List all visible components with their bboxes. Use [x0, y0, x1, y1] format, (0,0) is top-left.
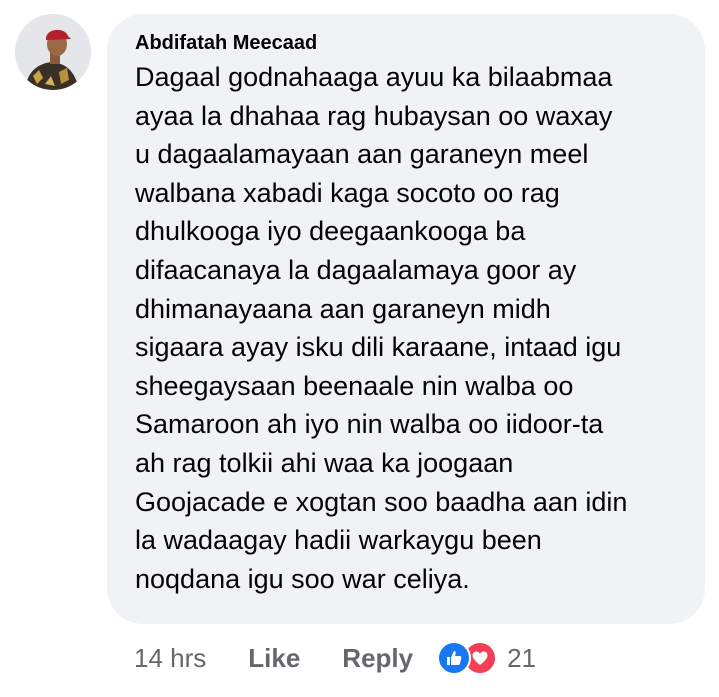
comment-text-line: Dagaal godnahaaga ayuu ka bilaabmaa [135, 62, 613, 92]
avatar[interactable] [15, 14, 91, 90]
reaction-summary[interactable] [437, 641, 498, 675]
comment-timestamp[interactable]: 14 hrs [134, 643, 206, 674]
like-button[interactable]: Like [248, 643, 300, 674]
comment-actions: 14 hrs Like Reply 21 [134, 638, 536, 678]
comment-text-line: walbana xabadi kaga socoto oo rag [135, 177, 560, 208]
comment-text-line: u dagaalamayaan aan garaneyn meel [135, 139, 589, 170]
comment-text: Dagaal godnahaaga ayuu ka bilaabmaa ayaa… [135, 58, 695, 598]
comment-text-line: dhimanayaana aan garaneyn midh [135, 293, 551, 324]
comment-text-line: sheegaysaan beenaale nin walba oo [135, 370, 574, 401]
comment-text-line: la wadaagay hadii warkaygu been [135, 525, 542, 556]
comment-text-line: ah rag tolkii ahi waa ka joogaan [135, 447, 514, 478]
comment-text-line: sigaara ayay isku dili karaane, intaad i… [135, 332, 622, 363]
comment-text-line: ayaa la dhahaa rag hubaysan oo waxay [135, 100, 613, 131]
comment-text-line: dhulkooga iyo deegaankooga ba [135, 216, 526, 247]
reaction-count[interactable]: 21 [507, 643, 536, 674]
comment-bubble: Abdifatah Meecaad Dagaal godnahaaga ayuu… [107, 14, 705, 624]
comment-text-line: difaacanaya la dagaalamaya goor ay [135, 254, 577, 285]
comment-text-line: Samaroon ah iyo nin walba oo iidoor-ta [135, 409, 604, 440]
comment-text-line: Goojacade e xogtan soo baadha aan idin [135, 486, 628, 517]
like-icon [437, 641, 472, 675]
profile-photo [15, 14, 91, 90]
reply-button[interactable]: Reply [342, 643, 413, 674]
comment-text-line: noqdana igu soo war celiya. [135, 563, 470, 594]
comment-author-name[interactable]: Abdifatah Meecaad [135, 30, 685, 56]
